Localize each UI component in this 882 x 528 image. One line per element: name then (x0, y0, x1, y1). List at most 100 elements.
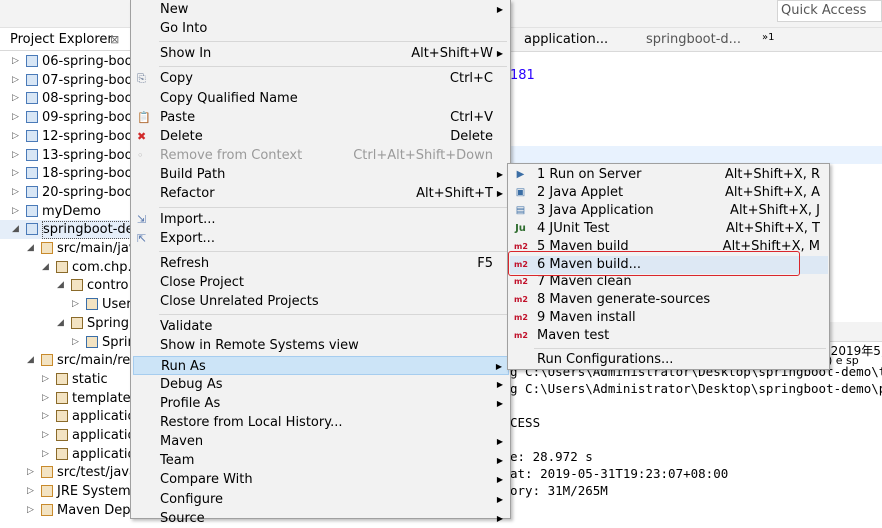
tree-item[interactable]: ▷ applicatio (0, 445, 131, 464)
console-line: CESS (510, 415, 541, 430)
project-explorer-tab[interactable]: Project Explorer ⊠ (0, 28, 130, 51)
submenu-item-9-maven-install[interactable]: m2 9 Maven install (510, 309, 828, 327)
expand-arrow-icon[interactable]: ▷ (72, 333, 79, 352)
expand-arrow-icon[interactable]: ◢ (42, 258, 49, 277)
tree-item[interactable]: ◢ springboot-de (0, 220, 131, 240)
expand-arrow-icon[interactable]: ▷ (12, 71, 19, 90)
expand-arrow-icon[interactable]: ▷ (12, 89, 19, 108)
tree-item[interactable]: ◢ com.chp.s (0, 258, 131, 277)
menu-item-paste[interactable]: 📋 Paste Ctrl+V (133, 108, 509, 127)
quick-access-field[interactable]: Quick Access (777, 0, 882, 22)
tree-node-icon (56, 260, 68, 273)
submenu-arrow-icon: ▶ (496, 5, 503, 14)
submenu-item-3-java-application[interactable]: ▤ 3 Java Application Alt+Shift+X, J (510, 202, 828, 220)
menu-item-run-as[interactable]: Run As ▶ (133, 355, 509, 375)
menu-item-label: Remove from Context (160, 148, 303, 164)
submenu-arrow-icon: ▶ (496, 49, 503, 59)
expand-arrow-icon[interactable]: ▷ (12, 108, 19, 127)
menu-item-import[interactable]: ⇲ Import... (133, 210, 509, 229)
tree-item[interactable]: ▷ src/test/java (0, 463, 131, 482)
tree-item[interactable]: ◢ contro (0, 276, 131, 295)
expand-arrow-icon[interactable]: ▷ (12, 164, 19, 183)
tree-item[interactable]: ▷ myDemo (0, 202, 131, 221)
expand-arrow-icon[interactable]: ▷ (12, 202, 19, 221)
submenu-item-1-run-on-server[interactable]: ▶ 1 Run on Server Alt+Shift+X, R (510, 166, 828, 184)
expand-arrow-icon[interactable]: ▷ (12, 52, 19, 71)
expand-arrow-icon[interactable]: ◢ (27, 239, 34, 258)
expand-arrow-icon[interactable]: ▷ (27, 501, 34, 519)
tree-item[interactable]: ▷ templates (0, 389, 131, 408)
menu-item-export[interactable]: ⇱ Export... (133, 229, 509, 248)
tree-item[interactable]: ◢ src/main/res (0, 351, 131, 370)
menu-item-configure[interactable]: Configure ▶ (133, 490, 509, 509)
tree-item[interactable]: ▷ User (0, 295, 131, 314)
submenu-item-7-maven-clean[interactable]: m2 7 Maven clean (510, 273, 828, 291)
submenu-item-8-maven-generate-sources[interactable]: m2 8 Maven generate-sources (510, 291, 828, 309)
menu-item-new[interactable]: New ▶ (133, 0, 509, 19)
close-icon[interactable]: ⊠ (110, 33, 119, 46)
menu-item-source[interactable]: Source ▶ (133, 509, 509, 528)
expand-arrow-icon[interactable]: ▷ (42, 407, 49, 426)
menu-item-refactor[interactable]: Refactor Alt+Shift+T ▶ (133, 184, 509, 203)
menu-item-close-unrelated-projects[interactable]: Close Unrelated Projects (133, 292, 509, 311)
menu-item-compare-with[interactable]: Compare With ▶ (133, 470, 509, 489)
tree-item[interactable]: ◢ Springb (0, 314, 131, 333)
tree-item[interactable]: ▷ JRE System L (0, 482, 131, 501)
menu-item-copy-qualified-name[interactable]: Copy Qualified Name (133, 89, 509, 108)
tree-item[interactable]: ▷ Sprin (0, 333, 131, 352)
menu-item-validate[interactable]: Validate (133, 317, 509, 336)
menu-item-maven[interactable]: Maven ▶ (133, 432, 509, 451)
tree-item[interactable]: ▷ 08-spring-boot (0, 89, 131, 108)
submenu-item-run-configurations[interactable]: Run Configurations... (510, 351, 828, 369)
menu-item-remove-from-context[interactable]: ◦ Remove from Context Ctrl+Alt+Shift+Down (133, 146, 509, 165)
tree-item[interactable]: ▷ 12-spring-boot (0, 127, 131, 146)
menu-item-copy[interactable]: ⎘ Copy Ctrl+C (133, 69, 509, 88)
menu-item-show-in[interactable]: Show In Alt+Shift+W ▶ (133, 44, 509, 63)
tree-item[interactable]: ▷ 18-spring-boot (0, 164, 131, 183)
tree-item[interactable]: ▷ 20-spring-boot (0, 183, 131, 202)
submenu-item-maven-test[interactable]: m2 Maven test (510, 327, 828, 345)
expand-arrow-icon[interactable]: ▷ (12, 127, 19, 146)
expand-arrow-icon[interactable]: ◢ (57, 276, 64, 295)
menu-item-go-into[interactable]: Go Into (133, 19, 509, 38)
expand-arrow-icon[interactable]: ▷ (12, 146, 19, 165)
menu-item-delete[interactable]: ✖ Delete Delete (133, 127, 509, 146)
menu-item-close-project[interactable]: Close Project (133, 273, 509, 292)
tree-item[interactable]: ▷ static (0, 370, 131, 389)
tab-application[interactable]: application... (524, 32, 608, 47)
tree-item[interactable]: ◢ src/main/jav (0, 239, 131, 258)
menu-item-build-path[interactable]: Build Path ▶ (133, 165, 509, 184)
expand-arrow-icon[interactable]: ◢ (57, 314, 64, 333)
expand-arrow-icon[interactable]: ▷ (42, 426, 49, 445)
expand-arrow-icon[interactable]: ▷ (27, 482, 34, 501)
menu-item-team[interactable]: Team ▶ (133, 451, 509, 470)
tree-item[interactable]: ▷ applicatio (0, 407, 131, 426)
submenu-item-label: Run Configurations... (537, 352, 674, 367)
expand-arrow-icon[interactable]: ◢ (12, 220, 19, 239)
tree-item-label: 07-spring-boot (42, 72, 131, 88)
tab-springboot-demo[interactable]: springboot-d... (646, 32, 741, 47)
menu-item-label: Close Project (160, 274, 245, 290)
expand-arrow-icon[interactable]: ▷ (27, 463, 34, 482)
expand-arrow-icon[interactable]: ▷ (12, 183, 19, 202)
tree-item[interactable]: ▷ Maven Depe (0, 501, 131, 519)
menu-item-restore-from-local-history[interactable]: Restore from Local History... (133, 413, 509, 432)
tree-item[interactable]: ▷ 06-spring-boot (0, 52, 131, 71)
tree-item[interactable]: ▷ 07-spring-boot (0, 71, 131, 90)
tree-item[interactable]: ▷ applicatio (0, 426, 131, 445)
expand-arrow-icon[interactable]: ◢ (27, 351, 34, 370)
menu-item-profile-as[interactable]: Profile As ▶ (133, 394, 509, 413)
tree-item[interactable]: ▷ 13-spring-boot (0, 146, 131, 165)
menu-item-refresh[interactable]: Refresh F5 (133, 254, 509, 273)
tab-overflow-chevron[interactable]: »1 (762, 32, 774, 43)
submenu-item-4-junit-test[interactable]: Ju 4 JUnit Test Alt+Shift+X, T (510, 220, 828, 238)
menu-item-show-in-remote-systems-view[interactable]: Show in Remote Systems view (133, 336, 509, 355)
expand-arrow-icon[interactable]: ▷ (42, 370, 49, 389)
expand-arrow-icon[interactable]: ▷ (42, 445, 49, 464)
menu-item-accelerator: Ctrl+C (449, 71, 493, 87)
submenu-item-2-java-applet[interactable]: ▣ 2 Java Applet Alt+Shift+X, A (510, 184, 828, 202)
expand-arrow-icon[interactable]: ▷ (72, 295, 79, 314)
menu-item-debug-as[interactable]: Debug As ▶ (133, 375, 509, 394)
expand-arrow-icon[interactable]: ▷ (42, 389, 49, 408)
tree-item[interactable]: ▷ 09-spring-boot (0, 108, 131, 127)
